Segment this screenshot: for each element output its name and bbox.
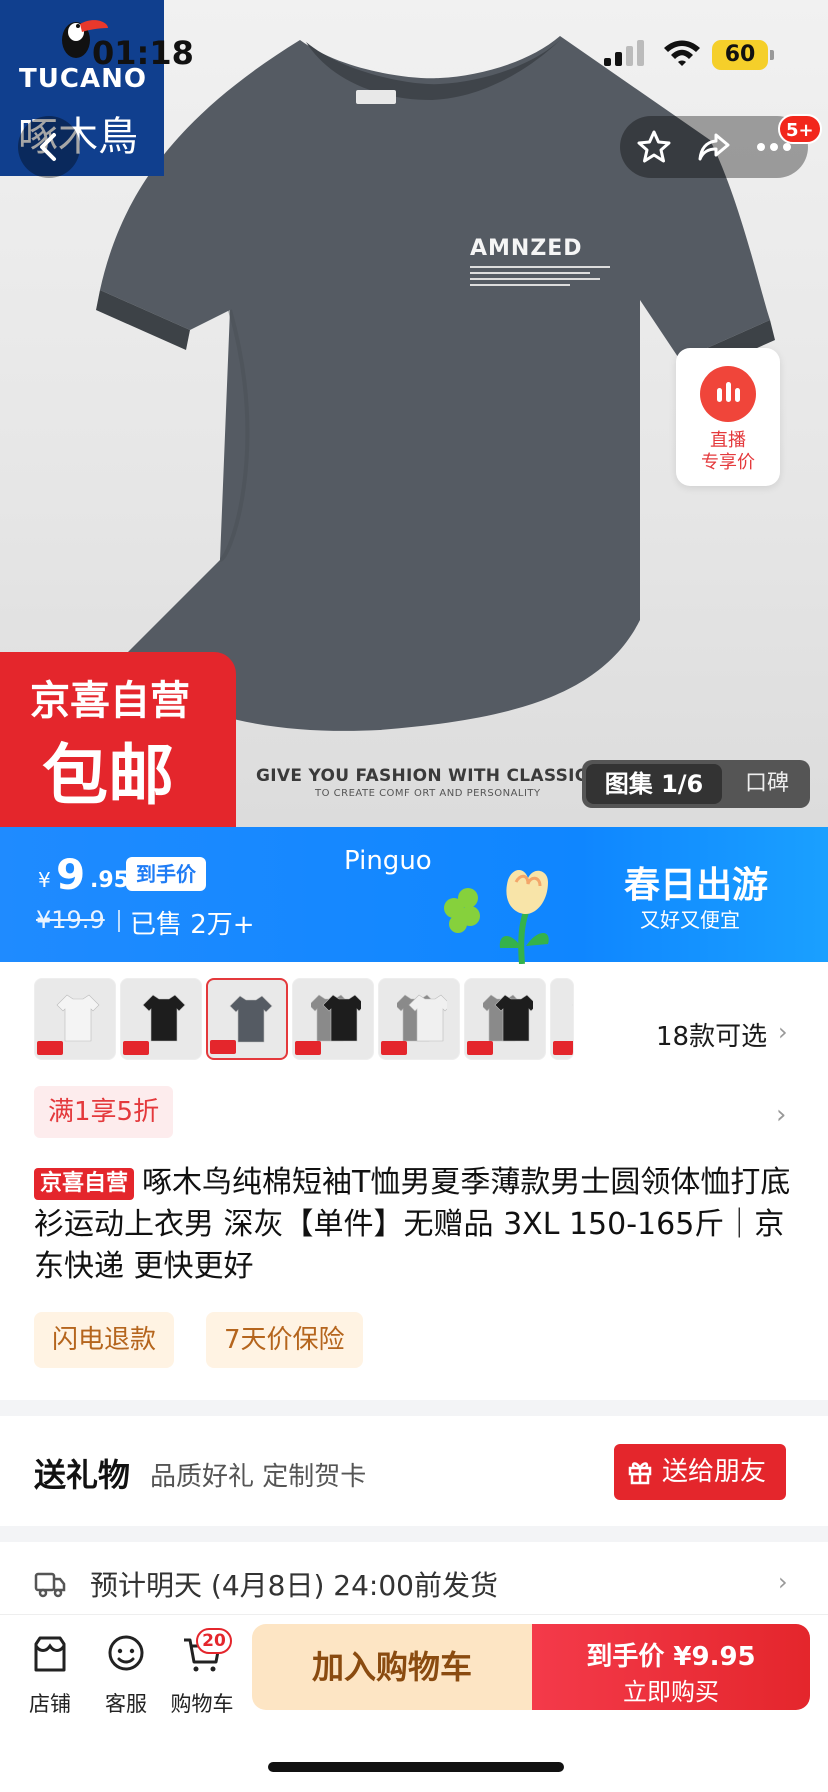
live-icon — [700, 366, 756, 422]
variant-thumbnail[interactable] — [206, 978, 288, 1060]
title-badge: 京喜自营 — [34, 1168, 135, 1200]
promo-chip[interactable]: 满1享5折 — [34, 1086, 174, 1138]
buy-now-button[interactable]: 到手价 ¥9.95 立即购买 — [532, 1624, 810, 1710]
tshirt-icon — [229, 995, 273, 1043]
home-indicator[interactable] — [268, 1762, 564, 1772]
shipping-estimate[interactable]: 预计明天 (4月8日) 24:00前发货 — [90, 1564, 498, 1604]
gift-icon — [628, 1462, 652, 1485]
cart-count-badge: 20 — [196, 1628, 232, 1654]
price-integer: 9 — [56, 850, 86, 899]
star-icon[interactable] — [636, 129, 672, 165]
final-price-tag: 到手价 — [126, 857, 206, 891]
free-shipping-label: 包邮 — [42, 737, 174, 814]
title-text: 啄木鸟纯棉短袖T恤男夏季薄款男士圆领体恤打底衫运动上衣男 深灰【单件】无赠品 3… — [34, 1165, 791, 1284]
divider — [118, 910, 120, 932]
live-price-card[interactable]: 直播 专享价 — [676, 348, 780, 486]
tab-reviews[interactable]: 口碑 — [732, 764, 802, 804]
gift-title: 送礼物 — [34, 1456, 131, 1494]
variants-count[interactable]: 18款可选 — [656, 1016, 767, 1053]
chevron-right-icon[interactable]: › — [778, 1018, 788, 1046]
chevron-right-icon[interactable]: › — [776, 1100, 786, 1130]
tshirt-icon — [311, 994, 361, 1042]
original-price: ¥19.9 — [36, 906, 105, 934]
service-icon — [108, 1635, 144, 1671]
price-currency: ¥ — [38, 868, 51, 892]
campaign-subtitle: 又好又便宜 — [640, 908, 740, 932]
share-icon[interactable] — [696, 129, 732, 165]
live-price-label: 直播 专享价 — [701, 430, 755, 473]
jingxi-mini-badge — [553, 1041, 573, 1055]
gallery-tabs: 图集 1/6 口碑 — [582, 760, 810, 808]
jingxi-mini-badge — [210, 1040, 236, 1054]
banner-center-text: Pinguo — [344, 846, 432, 876]
send-gift-button[interactable]: 送给朋友 — [614, 1444, 786, 1500]
jingxi-mini-badge — [123, 1041, 149, 1055]
wifi-icon — [664, 40, 700, 66]
divider — [0, 1526, 828, 1542]
tshirt-icon — [572, 1004, 573, 1006]
status-time: 01:18 — [92, 34, 194, 72]
chevron-right-icon[interactable]: › — [778, 1568, 788, 1596]
customer-service-button[interactable]: 客服 — [86, 1634, 166, 1722]
signal-icon — [604, 40, 644, 66]
add-to-cart-button[interactable]: 加入购物车 — [252, 1624, 532, 1710]
variant-thumbnail[interactable] — [378, 978, 460, 1060]
buy-now-price: 到手价 ¥9.95 — [586, 1642, 756, 1672]
variant-thumbnail[interactable] — [120, 978, 202, 1060]
truck-icon — [34, 1572, 66, 1598]
tshirt-icon — [56, 994, 100, 1042]
send-gift-label: 送给朋友 — [662, 1457, 767, 1487]
gift-subtitle: 品质好礼 定制贺卡 — [150, 1462, 367, 1492]
service-tag-refund[interactable]: 闪电退款 — [34, 1312, 175, 1368]
jingxi-mini-badge — [467, 1041, 493, 1055]
shirt-print-text — [470, 266, 610, 286]
back-button[interactable] — [18, 116, 80, 178]
variant-thumbnail[interactable] — [550, 978, 574, 1060]
product-title: 京喜自营 啄木鸟纯棉短袖T恤男夏季薄款男士圆领体恤打底衫运动上衣男 深灰【单件】无… — [34, 1162, 794, 1288]
jingxi-mini-badge — [381, 1041, 407, 1055]
store-icon — [34, 1636, 66, 1672]
divider — [0, 1400, 828, 1416]
price-decimal: .95 — [90, 868, 129, 893]
variant-thumbnail[interactable] — [292, 978, 374, 1060]
service-label: 客服 — [105, 1692, 147, 1716]
buy-now-label: 立即购买 — [623, 1678, 719, 1706]
more-icon[interactable] — [756, 142, 792, 152]
cart-label: 购物车 — [170, 1692, 234, 1716]
flower-icon — [444, 869, 549, 964]
jingxi-badge: 京喜自营 包邮 — [0, 652, 236, 828]
tshirt-icon — [142, 994, 186, 1042]
store-label: 店铺 — [29, 1692, 71, 1716]
back-icon — [40, 133, 56, 161]
battery-indicator: 60 — [712, 40, 774, 70]
variant-thumbnail[interactable] — [464, 978, 546, 1060]
photo-slogan-sub: TO CREATE COMF ORT AND PERSONALITY — [315, 788, 541, 799]
service-tag-price-protect[interactable]: 7天价保险 — [206, 1312, 363, 1368]
jingxi-badge-title: 京喜自营 — [30, 678, 190, 724]
shirt-print-brand: AMNZED — [470, 236, 583, 261]
jingxi-mini-badge — [37, 1041, 63, 1055]
campaign-title: 春日出游 — [624, 865, 769, 906]
sold-count: 已售 2万+ — [130, 910, 255, 940]
variant-thumbnail[interactable] — [34, 978, 116, 1060]
store-button[interactable]: 店铺 — [10, 1634, 90, 1722]
tshirt-icon — [483, 994, 533, 1042]
tshirt-icon — [397, 994, 447, 1042]
tab-gallery[interactable]: 图集 1/6 — [586, 764, 722, 804]
jingxi-mini-badge — [295, 1041, 321, 1055]
notification-badge: 5+ — [778, 114, 822, 144]
